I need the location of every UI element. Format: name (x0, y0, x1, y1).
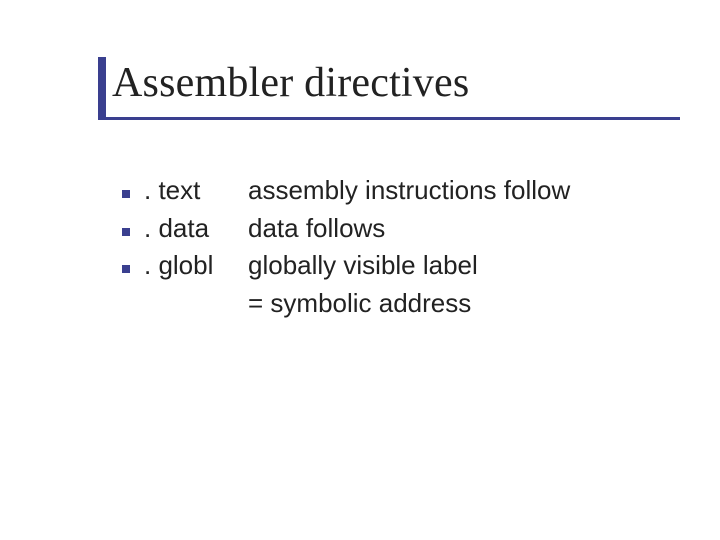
slide: Assembler directives . text assembly ins… (0, 0, 720, 540)
directive-name: . globl (144, 247, 248, 285)
directive-name: . text (144, 172, 248, 210)
directive-desc-continuation: = symbolic address (248, 285, 660, 323)
title-block: Assembler directives (98, 60, 680, 106)
list-item: . data data follows (122, 210, 660, 248)
directive-desc: globally visible label (248, 247, 660, 285)
title-underline (98, 117, 680, 120)
title-accent-bar (98, 57, 106, 117)
list-item: . text assembly instructions follow (122, 172, 660, 210)
directive-name: . data (144, 210, 248, 248)
bullet-icon (122, 228, 130, 236)
list-item: . globl globally visible label (122, 247, 660, 285)
body-content: . text assembly instructions follow . da… (122, 172, 660, 323)
bullet-icon (122, 265, 130, 273)
bullet-icon (122, 190, 130, 198)
slide-title: Assembler directives (98, 60, 680, 106)
directive-desc: assembly instructions follow (248, 172, 660, 210)
directive-desc: data follows (248, 210, 660, 248)
list-item-continuation: = symbolic address (122, 285, 660, 323)
